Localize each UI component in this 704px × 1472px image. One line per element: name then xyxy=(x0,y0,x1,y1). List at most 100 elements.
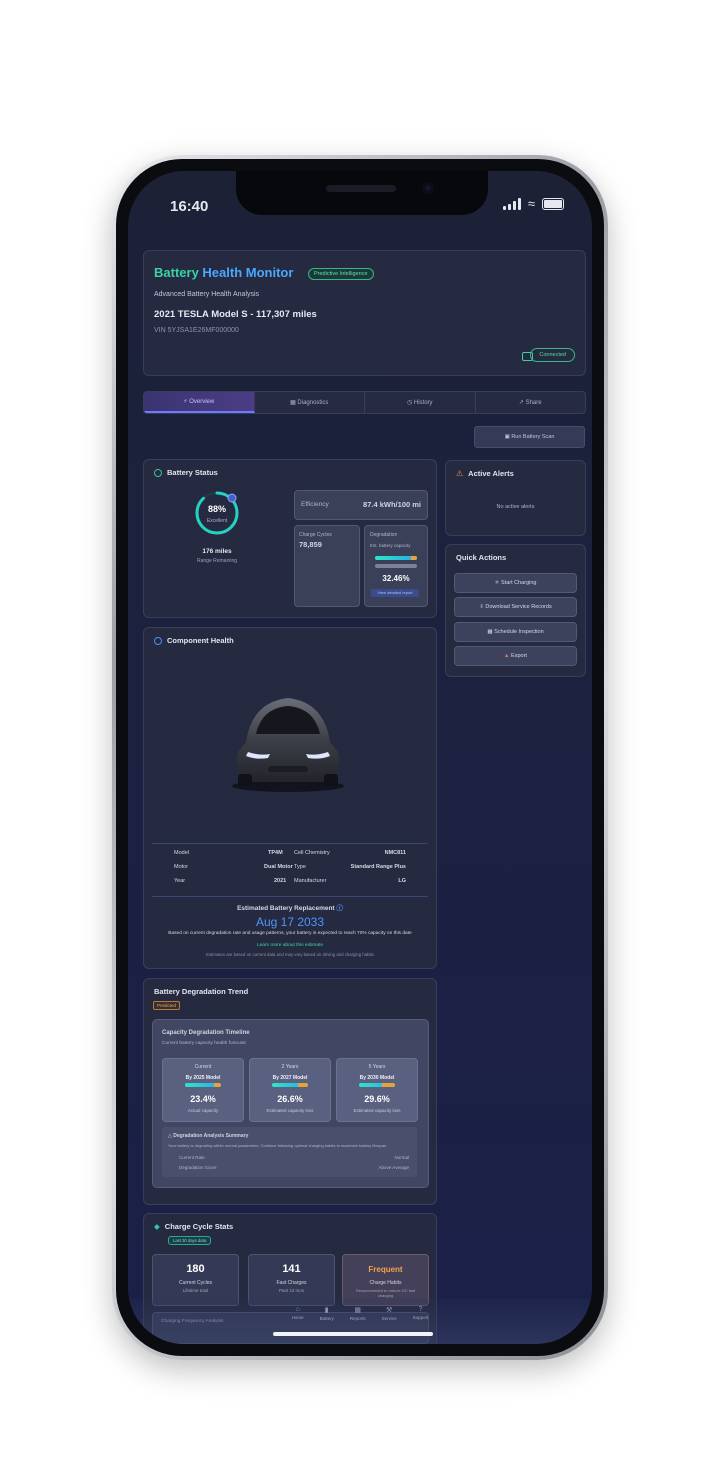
connected-button[interactable]: Connected xyxy=(530,348,575,362)
range-value: 176 miles xyxy=(202,548,232,555)
spec-left-val-2: 2021 xyxy=(274,878,287,884)
battery-status-title: Battery Status xyxy=(154,468,218,477)
spec-right-val-1: Standard Range Plus xyxy=(350,864,406,870)
charge-cycles-label: Charge Cycles xyxy=(299,532,332,538)
degradation-box[interactable]: Degradation Est. battery capacity 32.46%… xyxy=(364,525,428,607)
analysis-row-key-1: Degradation Score xyxy=(179,1165,217,1170)
spec-right-key-0: Cell Chemistry xyxy=(294,850,330,856)
specs-divider-top xyxy=(152,843,428,844)
signal-icon xyxy=(502,198,521,210)
status-icons: ≈ xyxy=(502,197,564,210)
timeline-title: Capacity Degradation Timeline xyxy=(162,1030,250,1036)
front-camera xyxy=(422,182,434,194)
status-time: 16:40 xyxy=(170,198,209,215)
no-alerts-text: No active alerts xyxy=(496,504,535,510)
spec-right-val-0: NMC811 xyxy=(384,850,406,856)
tab-overview[interactable]: ⚡ Overview xyxy=(144,392,255,413)
stat-2-years[interactable]: 2 Years By 2027 Model 26.6% Estimated ca… xyxy=(249,1058,331,1122)
reports-icon: ▦ xyxy=(354,1307,362,1314)
degradation-sub: Est. battery capacity xyxy=(370,543,411,548)
info-icon[interactable]: ⓘ xyxy=(336,905,343,912)
nav-battery[interactable]: ▮ Battery xyxy=(320,1306,334,1344)
charge-cycles-value: 78,859 xyxy=(299,540,322,549)
degradation-value: 32.46% xyxy=(382,574,410,583)
tab-history[interactable]: ◷ History xyxy=(365,392,476,413)
degradation-timeline-panel: Capacity Degradation Timeline Current ba… xyxy=(152,1019,429,1188)
spec-left-val-0: TP4M xyxy=(268,850,283,856)
export-button[interactable]: ▲ Export xyxy=(454,646,577,666)
download-records-button[interactable]: ⇩ Download Service Records xyxy=(454,597,577,617)
vin-text: VIN 5YJSA1E26MF000000 xyxy=(154,327,239,334)
wrench-icon: ⚒ xyxy=(385,1307,393,1314)
battery-icon xyxy=(154,468,162,477)
analysis-row-key-0: Current Rate xyxy=(179,1155,205,1160)
tab-bar: ⚡ Overview ▦ Diagnostics ◷ History ↗ Sha… xyxy=(143,391,586,414)
quick-actions-title: Quick Actions xyxy=(456,553,507,562)
last-30-days-badge: Last 30 days data xyxy=(168,1236,212,1245)
bottom-nav: ⌂ Home ▮ Battery ▦ Reports ⚒ Service ? Suppor… xyxy=(128,1298,592,1344)
alerts-card: ⚠ Active Alerts No active alerts xyxy=(445,460,586,536)
tab-share[interactable]: ↗ Share xyxy=(476,392,586,413)
schedule-inspection-button[interactable]: ▦ Schedule Inspection xyxy=(454,622,577,642)
component-icon xyxy=(154,636,162,645)
component-health-title: Component Health xyxy=(154,636,234,645)
home-icon: ⌂ xyxy=(295,1306,300,1313)
nav-reports[interactable]: ▦ Reports xyxy=(350,1306,366,1344)
charge-cycles-title: ◆ Charge Cycle Stats xyxy=(154,1222,234,1231)
stat-bar xyxy=(272,1083,308,1087)
quick-actions-card: Quick Actions ⚛ Start Charging ⇩ Downloa… xyxy=(445,544,586,677)
replacement-note: Estimates are based on current data and … xyxy=(206,952,374,957)
app-title: Battery Health Monitor xyxy=(154,265,294,280)
spec-right-key-1: Type xyxy=(294,864,306,870)
vehicle-image xyxy=(232,698,344,792)
analysis-summary: △ Degradation Analysis Summary Your batt… xyxy=(162,1127,417,1177)
timeline-subtitle: Current battery capacity health forecast xyxy=(162,1041,246,1046)
stat-bar xyxy=(185,1083,221,1087)
analysis-title: △ Degradation Analysis Summary xyxy=(168,1133,249,1139)
replacement-date: Aug 17 2033 xyxy=(255,915,325,929)
scan-icon: ▣ xyxy=(504,434,512,440)
app-screen: 16:40 ≈ Battery Health Monitor Predictiv… xyxy=(128,171,592,1344)
vehicle-info: 2021 TESLA Model S - 117,307 miles xyxy=(154,309,317,320)
degradation-trend-card: Battery Degradation Trend Predicted Capa… xyxy=(143,978,437,1205)
stat-current[interactable]: Current By 2025 Model 23.4% Actual capac… xyxy=(162,1058,244,1122)
share-icon: ↗ xyxy=(518,400,526,406)
degradation-label: Degradation xyxy=(370,532,398,538)
diamond-icon: ◆ xyxy=(154,1222,160,1231)
battery-icon xyxy=(542,198,564,210)
battery-status-card: Battery Status 88% Excellent 176 miles R… xyxy=(143,459,437,618)
spec-left-key-1: Motor xyxy=(174,864,189,870)
efficiency-box[interactable]: Efficiency 87.4 kWh/100 mi xyxy=(294,490,428,520)
spec-right-val-2: LG xyxy=(398,878,406,884)
spec-left-val-1: Dual Motor xyxy=(264,864,293,870)
clock-icon: ◷ xyxy=(406,400,414,406)
predicted-badge: Predicted xyxy=(153,1001,181,1010)
nav-home[interactable]: ⌂ Home xyxy=(292,1306,304,1344)
nav-service[interactable]: ⚒ Service xyxy=(382,1306,397,1344)
degradation-trend-title: Battery Degradation Trend xyxy=(154,987,249,996)
stat-5-years[interactable]: 5 Years By 2030 Model 29.6% Estimated ca… xyxy=(336,1058,418,1122)
tab-diagnostics[interactable]: ▦ Diagnostics xyxy=(255,392,365,413)
replacement-link[interactable]: Learn more about this estimate xyxy=(144,943,436,948)
phone-frame: 16:40 ≈ Battery Health Monitor Predictiv… xyxy=(112,155,608,1360)
analysis-desc: Your battery is degrading within normal … xyxy=(168,1143,388,1148)
start-charging-button[interactable]: ⚛ Start Charging xyxy=(454,573,577,593)
calendar-icon: ▦ xyxy=(487,629,495,635)
alerts-title: ⚠ Active Alerts xyxy=(456,469,514,478)
home-indicator[interactable] xyxy=(273,1332,433,1336)
efficiency-label: Efficiency xyxy=(301,501,329,508)
component-health-card: Component Health Model TP4M Motor Dual M… xyxy=(143,627,437,969)
run-scan-button[interactable]: ▣ Run Battery Scan xyxy=(474,426,585,448)
nav-support[interactable]: ? Support xyxy=(413,1306,429,1344)
efficiency-value: 87.4 kWh/100 mi xyxy=(363,500,421,509)
warning-icon: ⚠ xyxy=(456,469,464,478)
stat-bar xyxy=(359,1083,395,1087)
charge-cycles-box[interactable]: Charge Cycles 78,859 xyxy=(294,525,360,607)
analysis-row-val-0: Normal xyxy=(394,1155,409,1160)
spec-right-key-2: Manufacturer xyxy=(294,878,327,884)
soc-label: Excellent xyxy=(206,518,228,524)
header-card: Battery Health Monitor Predictive Intell… xyxy=(143,250,586,376)
soc-value: 88% xyxy=(207,504,226,514)
view-report-button[interactable]: View detailed report xyxy=(371,589,419,597)
predictive-badge: Predictive Intelligence xyxy=(308,268,374,280)
